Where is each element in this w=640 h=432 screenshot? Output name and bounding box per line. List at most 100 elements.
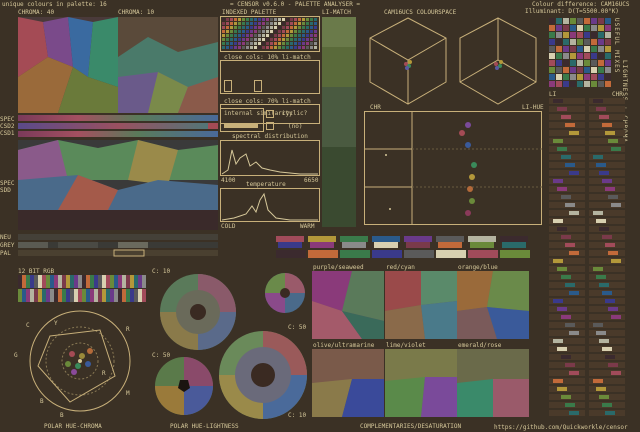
mix-cell (605, 39, 611, 45)
swatch-mid (342, 242, 366, 248)
palette-cell (246, 30, 249, 33)
chroma-bar (593, 267, 603, 271)
mix-cell (605, 32, 611, 38)
palette-cell (254, 26, 257, 29)
palette-cell (294, 26, 297, 29)
palette-cell (298, 34, 301, 37)
palette-cell (258, 34, 261, 37)
lightness-bar (565, 243, 575, 247)
chroma-bar (605, 299, 615, 303)
polar-label-r2: R (102, 370, 106, 377)
neutral-grey-strips (18, 234, 218, 257)
chroma-hue-plot (18, 17, 218, 113)
chroma-bar (599, 283, 609, 287)
chroma-bar (596, 163, 606, 167)
palette-cell (226, 34, 229, 37)
lightness-bar (569, 291, 579, 295)
swatch-top (276, 236, 304, 242)
lightness-bar (561, 275, 571, 279)
palette-cell (230, 26, 233, 29)
chroma-bar-bg (589, 162, 625, 168)
rgb-cell (74, 275, 78, 288)
palette-cell (250, 26, 253, 29)
palette-cell (242, 46, 245, 49)
lightness-bar (557, 267, 567, 271)
mix-cell (591, 25, 597, 31)
chroma10-label: CHROMA: 10 (118, 9, 155, 16)
palette-cell (294, 30, 297, 33)
palette-cell (306, 30, 309, 33)
palette-cell (270, 22, 273, 25)
palette-cell (306, 26, 309, 29)
palette-cell (226, 46, 229, 49)
chroma-bar (611, 147, 621, 151)
palette-cell (246, 26, 249, 29)
palette-cell (250, 22, 253, 25)
indexed-palette-label: INDEXED PALETTE (222, 9, 277, 16)
palette-cell (302, 18, 305, 21)
palette-cell (290, 38, 293, 41)
lightness-bar (553, 339, 563, 343)
palette-cell (294, 46, 297, 49)
swatch-bottom (468, 250, 498, 258)
palette-cell (314, 38, 317, 41)
useful-mixes-grid (549, 18, 611, 87)
palette-cell (266, 22, 269, 25)
chr-label-left: CHR (370, 104, 381, 111)
palette-cell (282, 18, 285, 21)
swatch-mid (406, 242, 430, 248)
palette-cell (246, 46, 249, 49)
palette-cell (230, 22, 233, 25)
palette-cell (246, 38, 249, 41)
lightness-bar (557, 387, 567, 391)
palette-cell (242, 38, 245, 41)
cyclic-label: cyclic? (282, 110, 308, 117)
palette-cell (266, 30, 269, 33)
palette-cell (286, 22, 289, 25)
mix-cell (570, 46, 576, 52)
palette-cell (306, 18, 309, 21)
cold-label: COLD (221, 223, 236, 230)
palette-cell (302, 46, 305, 49)
palette-cell (246, 18, 249, 21)
rgb-cell (134, 289, 138, 302)
comp-plot-olive-ultramarine (312, 349, 384, 417)
mix-cell (605, 74, 611, 80)
palette-cell (222, 22, 225, 25)
palette-cell (294, 38, 297, 41)
palette-cell (286, 42, 289, 45)
mix-cell (598, 18, 604, 24)
hue-lightness-wheel-c50-small (155, 357, 213, 415)
chroma-bar (599, 227, 609, 231)
rgb-cell (74, 289, 78, 302)
rgb-cell (106, 275, 110, 288)
cyclic-checkbox[interactable] (266, 110, 274, 118)
mix-cell (605, 67, 611, 73)
rgb-cell (114, 275, 118, 288)
polar-label-y: Y (54, 320, 58, 327)
comp-plot-emerald-rose (457, 349, 529, 417)
chroma-bar-bg (589, 386, 625, 392)
lightness-bar-bg (549, 290, 585, 296)
polar-label-g: G (14, 352, 18, 359)
spec-min-label: 4100 (221, 177, 236, 184)
palette-cell (290, 22, 293, 25)
palette-cell (250, 18, 253, 21)
mix-cell (598, 46, 604, 52)
palette-cell (262, 46, 265, 49)
chroma-bar (593, 323, 603, 327)
hue-lightness-wheel-c50 (265, 273, 305, 313)
palette-cell (310, 30, 313, 33)
li-hue-label: LI-HUE (522, 104, 544, 111)
palette-cell (226, 26, 229, 29)
polar-hue-lightness-label: POLAR HUE-LIGHTNESS (170, 423, 239, 430)
pal-label: PAL (0, 250, 11, 257)
palette-cell (274, 26, 277, 29)
cyclic-checkbox-2[interactable] (266, 122, 274, 130)
mix-cell (556, 74, 562, 80)
chroma-bar (608, 251, 618, 255)
rgb-cell (38, 289, 42, 302)
github-url[interactable]: https://github.com/Quickworkle/censor (494, 424, 628, 431)
lightness-bar (557, 187, 567, 191)
lightness-bar (557, 107, 567, 111)
